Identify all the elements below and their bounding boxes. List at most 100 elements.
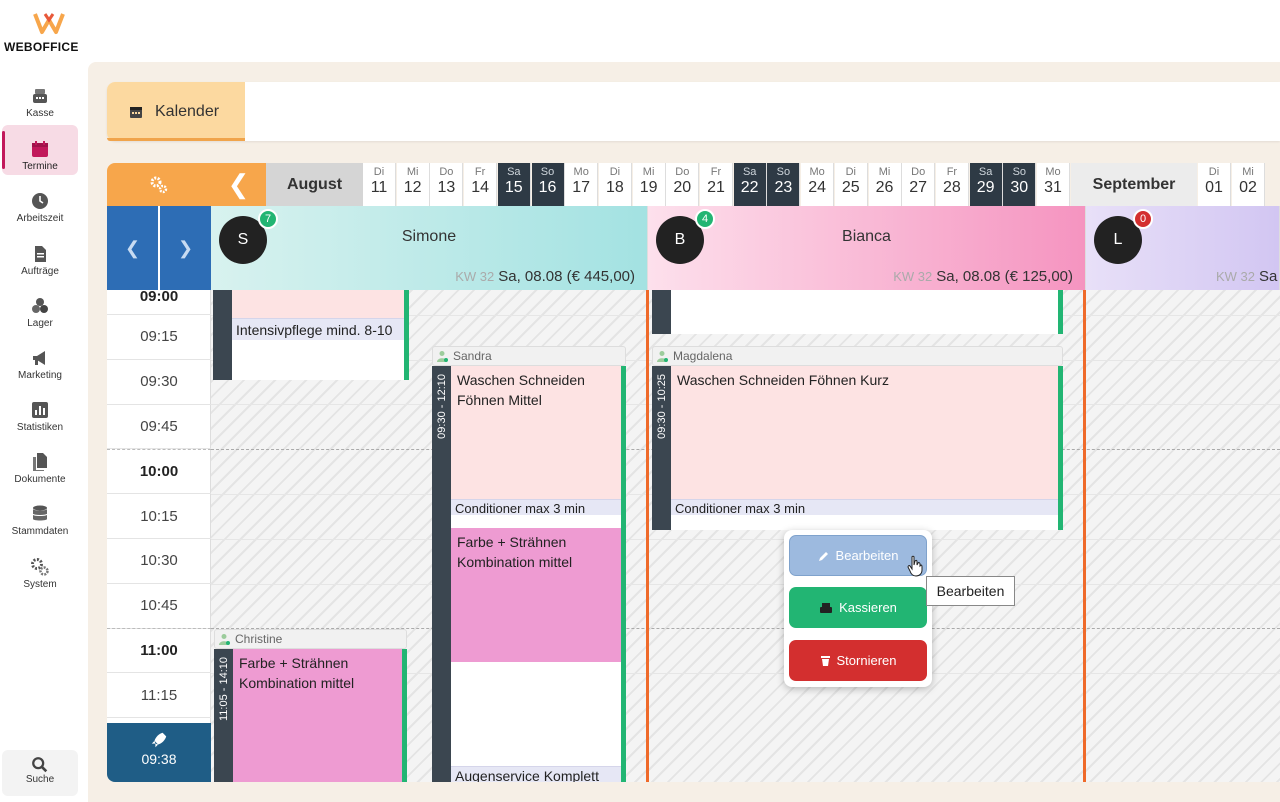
sidebar: Kasse Termine Arbeitszeit Aufträge Lager… [0,62,86,802]
person-icon [657,351,668,362]
day-number: 01 [1205,179,1223,196]
appointment-count-badge: 4 [695,209,715,229]
cancel-button[interactable]: Stornieren [789,640,927,681]
day-cell[interactable]: Mo 17 [565,163,599,206]
service-label: Waschen Schneiden Föhnen Mittel [451,366,621,499]
day-number: 29 [976,179,995,196]
sidebar-item-arbeitszeit[interactable]: Arbeitszeit [2,177,78,227]
day-cell[interactable]: Do 20 [666,163,700,206]
day-cell[interactable]: Fr 28 [935,163,969,206]
bar-chart-icon [32,402,48,418]
appointment-time: 11:05 - 14:10 [217,657,230,722]
appointment-card-christine[interactable]: Christine 11:05 - 14:10 Farbe + Strähnen… [214,629,407,782]
day-cell[interactable]: Di 11 [363,163,396,206]
date-revenue: Sa, 08.08 (€ 125,00) [936,268,1073,285]
sidebar-search[interactable]: Suche [2,750,78,796]
service-label: Farbe + Strähnen Kombination mittel [233,649,402,782]
day-cell[interactable]: Mo 31 [1037,163,1070,206]
appointment-card[interactable]: Intensivpflege mind. 8-10 min [213,290,409,380]
day-number: 25 [841,179,860,196]
sidebar-item-lager[interactable]: Lager [2,282,78,332]
checkout-button[interactable]: Kassieren [789,587,927,628]
month-label-august[interactable]: August [266,163,363,206]
day-cell[interactable]: Fr 21 [700,163,733,206]
day-cell[interactable]: Sa 29 [969,163,1003,206]
sidebar-item-marketing[interactable]: Marketing [2,334,78,384]
time-column: 09:00 09:15 09:30 09:45 10:00 10:15 10:30 10:45… [107,288,211,724]
day-name: Fr [474,166,486,178]
day-grid-l[interactable] [1086,290,1280,782]
calendar-icon [130,106,142,118]
day-cell[interactable]: So 16 [531,163,565,206]
rocket-icon [151,732,167,748]
staff-name: Bianca [842,228,891,245]
service-label: Conditioner max 3 min [671,499,1058,515]
day-cell[interactable]: Di 01 [1198,163,1231,206]
day-cell[interactable]: Sa 22 [733,163,767,206]
day-cell[interactable]: Mo 24 [801,163,835,206]
sidebar-item-stammdaten[interactable]: Stammdaten [2,490,78,540]
sidebar-item-label: Marketing [18,370,62,381]
staff-column-header[interactable]: S 7 Simone KW 32 Sa, 08.08 (€ 445,00) [211,206,648,290]
day-name: Sa [507,166,521,178]
day-number: 21 [707,179,725,196]
grid-line [211,583,1280,585]
tab-kalender[interactable]: Kalender [107,82,245,141]
time-slot-label: 09:45 [107,404,211,450]
time-slot-label: 09:00 [107,278,211,315]
staff-column-header[interactable]: B 4 Bianca KW 32 Sa, 08.08 (€ 125,00) [648,206,1086,290]
customer-name: Christine [235,632,283,646]
day-name: Fr [710,166,722,178]
day-cell[interactable]: Fr 14 [464,163,498,206]
day-cell[interactable]: Do 27 [902,163,936,206]
clock-icon [32,193,48,209]
day-cell[interactable]: Do 13 [430,163,464,206]
sidebar-item-termine[interactable]: Termine [2,125,78,175]
weboffice-logo[interactable]: WEBOFFICE [0,0,90,62]
month-label-september[interactable]: September [1071,163,1197,206]
day-number: 15 [504,179,523,196]
grid-line [211,538,1280,540]
appointment-customer: Sandra [432,346,626,366]
sidebar-item-label: Termine [22,161,58,172]
checkout-label: Kassieren [839,600,897,615]
appointment-card[interactable] [652,290,1063,334]
calendar-settings-button[interactable] [107,163,211,206]
gears-icon [31,558,49,576]
day-number: 28 [942,179,961,196]
sidebar-item-statistiken[interactable]: Statistiken [2,386,78,436]
appointment-card-sandra[interactable]: Sandra 09:30 - 12:10 Waschen Schneiden F… [432,346,626,782]
day-number: 19 [639,179,658,196]
cash-register-icon [33,89,47,103]
tab-label: Kalender [155,102,220,120]
day-name: Mi [878,166,891,178]
day-cell[interactable]: Di 25 [834,163,868,206]
day-cell[interactable]: So 23 [767,163,801,206]
sidebar-item-system[interactable]: System [2,543,78,593]
time-slot-label: 10:30 [107,539,211,584]
day-cell[interactable]: So 30 [1003,163,1037,206]
week-number: KW 32 [1216,269,1256,284]
sidebar-item-auftraege[interactable]: Aufträge [2,230,78,280]
day-number: 17 [572,179,591,196]
sidebar-item-label: Dokumente [14,474,66,485]
day-name: Di [373,166,385,178]
chevron-left-icon: ❮ [227,169,250,199]
day-cell[interactable]: Mi 02 [1232,163,1265,206]
day-cell[interactable]: Di 18 [598,163,632,206]
day-cell[interactable]: Mi 26 [868,163,902,206]
appointment-count-badge: 0 [1133,209,1153,229]
day-cell[interactable]: Mi 19 [632,163,666,206]
staff-column-header[interactable]: L 0 KW 32 Sa [1086,206,1280,290]
day-cell[interactable]: Sa 15 [497,163,531,206]
day-number: 20 [673,179,692,196]
day-number: 02 [1239,179,1257,196]
day-name: So [1012,166,1027,178]
previous-month-button[interactable]: ❮ [211,163,266,206]
week-number: KW 32 [455,269,495,284]
sidebar-item-kasse[interactable]: Kasse [2,72,78,122]
current-time-button[interactable]: 09:38 [107,723,211,782]
day-cell[interactable]: Mi 12 [396,163,430,206]
sidebar-item-dokumente[interactable]: Dokumente [2,438,78,488]
appointment-card-magdalena[interactable]: Magdalena 09:30 - 10:25 Waschen Schneide… [652,346,1063,530]
